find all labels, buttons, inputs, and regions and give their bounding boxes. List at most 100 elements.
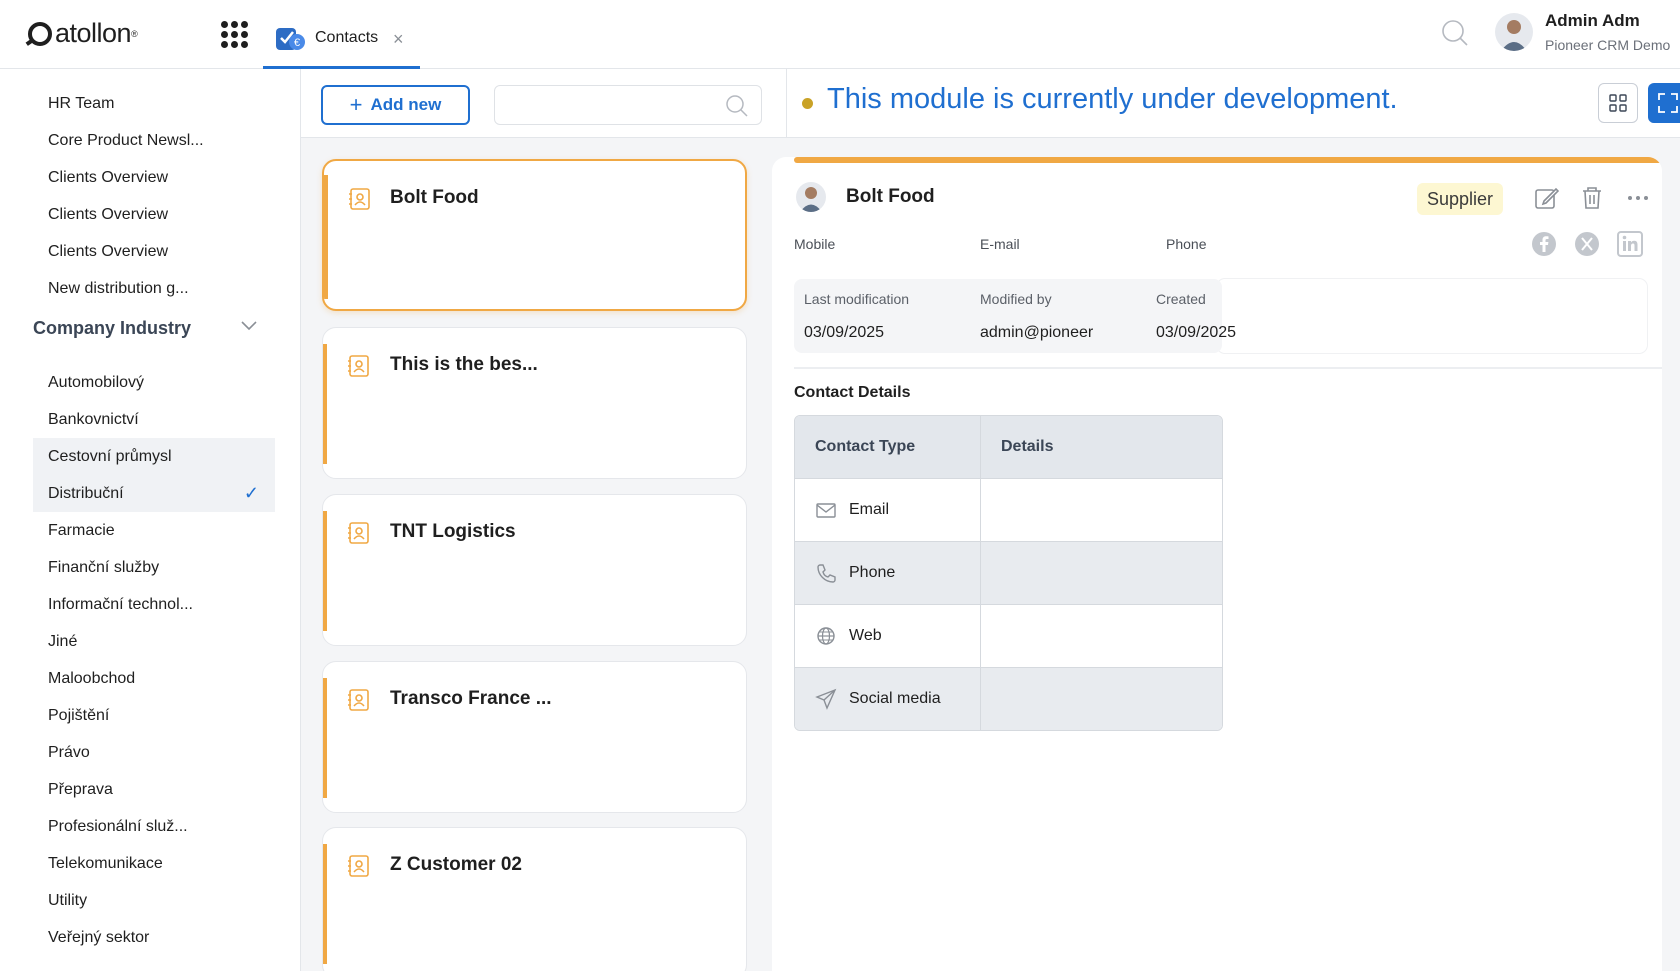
- edit-icon[interactable]: [1534, 185, 1560, 211]
- contact-name: Bolt Food: [846, 186, 935, 207]
- contacts-app-icon: €: [276, 28, 305, 50]
- table-row[interactable]: Email: [795, 478, 1222, 541]
- sidebar-item-industry[interactable]: Informační technol...: [33, 586, 275, 623]
- last-modification-value: 03/09/2025: [804, 324, 885, 341]
- x-twitter-icon[interactable]: [1574, 231, 1600, 257]
- list-search-input[interactable]: [505, 86, 725, 122]
- checkmark-icon: ✓: [243, 483, 259, 503]
- contact-detail-value[interactable]: [981, 479, 1222, 541]
- mail-icon: [816, 503, 836, 518]
- table-row[interactable]: Phone: [795, 541, 1222, 604]
- plus-icon: +: [349, 92, 363, 117]
- sidebar-item-core-product[interactable]: Core Product Newsl...: [33, 122, 275, 159]
- contact-details-table: Contact Type Details Email Phone Web Soc…: [794, 415, 1223, 731]
- sidebar-item-clients-overview[interactable]: Clients Overview: [33, 159, 275, 196]
- sidebar-item-industry[interactable]: Automobilový: [33, 364, 275, 401]
- detail-panel: This module is currently under developme…: [772, 69, 1680, 971]
- status-dot-icon: [802, 98, 813, 109]
- top-bar: atollon ® € Contacts × Admin Adm Pioneer …: [0, 0, 1680, 69]
- add-new-button[interactable]: + Add new: [321, 85, 470, 125]
- sidebar-item-industry[interactable]: Telekomunikace: [33, 845, 275, 882]
- sidebar-item-industry[interactable]: Profesionální služ...: [33, 808, 275, 845]
- contact-detail-value[interactable]: [981, 542, 1222, 604]
- sidebar-item-clients-overview[interactable]: Clients Overview: [33, 196, 275, 233]
- contact-type-label: Web: [849, 627, 882, 644]
- meta-info-box: Last modification Modified by Created 03…: [794, 279, 1236, 353]
- table-row[interactable]: Social media: [795, 667, 1222, 730]
- phone-label: Phone: [1166, 236, 1207, 252]
- section-title: Contact Details: [794, 384, 911, 401]
- detail-accent-bar: [794, 157, 1662, 163]
- grid-view-button[interactable]: [1598, 83, 1638, 123]
- sidebar-item-industry[interactable]: Přeprava: [33, 771, 275, 808]
- user-avatar[interactable]: [1495, 13, 1533, 51]
- column-header-contact-type: Contact Type: [795, 416, 981, 478]
- facebook-icon[interactable]: [1531, 231, 1557, 257]
- modified-by-label: Modified by: [980, 291, 1052, 307]
- list-search[interactable]: [494, 85, 762, 125]
- linkedin-icon[interactable]: [1617, 231, 1643, 257]
- svg-text:€: €: [294, 37, 300, 49]
- add-new-label: Add new: [370, 95, 442, 114]
- contact-card-title: This is the bes...: [390, 354, 538, 375]
- sidebar: HR Team Core Product Newsl... Clients Ov…: [0, 69, 301, 971]
- expand-icon: [1658, 93, 1678, 113]
- sidebar-item-clients-overview[interactable]: Clients Overview: [33, 233, 275, 270]
- search-icon[interactable]: [725, 94, 749, 118]
- table-row[interactable]: Web: [795, 604, 1222, 667]
- sidebar-item-new-distribution[interactable]: New distribution g...: [33, 270, 275, 307]
- contact-book-icon: [348, 355, 369, 377]
- apps-grid-icon[interactable]: [221, 21, 248, 48]
- tab-label: Contacts: [315, 29, 379, 46]
- contact-card-selected[interactable]: Bolt Food: [322, 159, 747, 311]
- contact-card-title: Transco France ...: [390, 688, 552, 709]
- sidebar-item-industry[interactable]: Pojištění: [33, 697, 275, 734]
- email-label: E-mail: [980, 236, 1020, 252]
- sidebar-item-industry[interactable]: Veřejný sektor: [33, 919, 275, 956]
- contact-card[interactable]: Z Customer 02: [322, 827, 747, 971]
- sidebar-item-industry[interactable]: Cestovní průmysl: [33, 438, 275, 475]
- sidebar-item-industry-selected[interactable]: Distribuční ✓: [33, 475, 275, 512]
- contact-detail-value[interactable]: [981, 605, 1222, 667]
- atollon-logo[interactable]: atollon ®: [28, 18, 138, 49]
- contact-detail-card: Bolt Food Supplier Mobile E-mail Phone L…: [772, 157, 1662, 971]
- contact-card[interactable]: Transco France ...: [322, 661, 747, 813]
- sidebar-item-label: Distribuční: [48, 485, 124, 502]
- contact-card[interactable]: This is the bes...: [322, 327, 747, 479]
- table-header: Contact Type Details: [795, 416, 1222, 478]
- send-icon: [815, 688, 837, 710]
- sidebar-item-industry[interactable]: Farmacie: [33, 512, 275, 549]
- sidebar-item-industry[interactable]: Utility: [33, 882, 275, 919]
- created-label: Created: [1156, 291, 1206, 307]
- sidebar-group-title[interactable]: Company Industry: [33, 318, 263, 339]
- user-org: Pioneer CRM Demo: [1545, 37, 1671, 53]
- sidebar-item-hr-team[interactable]: HR Team: [33, 85, 275, 122]
- user-name[interactable]: Admin Adm: [1545, 11, 1640, 31]
- sidebar-item-industry[interactable]: Bankovnictví: [33, 401, 275, 438]
- contact-card-title: TNT Logistics: [390, 521, 516, 542]
- sidebar-item-industry[interactable]: Právo: [33, 734, 275, 771]
- mobile-label: Mobile: [794, 236, 836, 252]
- contact-list-panel: + Add new Bolt Food This is the bes... T…: [301, 69, 787, 971]
- sidebar-item-industry[interactable]: Jiné: [33, 623, 275, 660]
- sidebar-item-industry[interactable]: Finanční služby: [33, 549, 275, 586]
- more-options-icon[interactable]: [1625, 185, 1651, 211]
- global-search-icon[interactable]: [1441, 19, 1469, 47]
- list-toolbar: + Add new: [301, 69, 787, 138]
- contact-card-title: Z Customer 02: [390, 854, 522, 875]
- column-header-details: Details: [1001, 438, 1054, 455]
- tab-close-icon[interactable]: ×: [393, 30, 404, 48]
- tab-contacts[interactable]: € Contacts ×: [263, 0, 420, 69]
- contact-type-badge: Supplier: [1417, 183, 1504, 215]
- chevron-down-icon[interactable]: [240, 319, 258, 331]
- trash-icon[interactable]: [1579, 185, 1605, 211]
- contact-avatar: [796, 182, 826, 212]
- fullscreen-button[interactable]: [1648, 83, 1680, 123]
- globe-icon: [817, 627, 835, 645]
- contact-detail-value[interactable]: [981, 668, 1222, 730]
- contact-card[interactable]: TNT Logistics: [322, 494, 747, 646]
- contact-book-icon: [348, 689, 369, 711]
- contact-card-title: Bolt Food: [390, 187, 479, 208]
- phone-icon: [817, 564, 836, 583]
- sidebar-item-industry[interactable]: Maloobchod: [33, 660, 275, 697]
